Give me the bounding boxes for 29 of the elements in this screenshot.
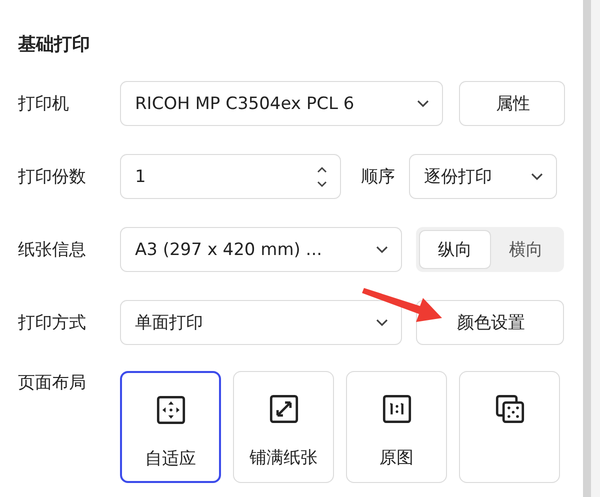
field-label: 顺序: [361, 166, 395, 188]
action-button[interactable]: 属性: [459, 81, 565, 126]
field-label: 打印机: [18, 93, 70, 115]
layout-option[interactable]: [459, 371, 560, 483]
action-button[interactable]: 颜色设置: [416, 300, 564, 345]
layout-option[interactable]: 自适应: [120, 371, 221, 483]
one-to-one-icon: [382, 394, 412, 424]
dropdown[interactable]: 单面打印: [120, 300, 402, 345]
chevron-down-icon: [530, 172, 544, 181]
dropdown[interactable]: 逐份打印: [409, 154, 557, 199]
chevron-down-icon: [375, 245, 389, 254]
field-label: 纸张信息: [18, 239, 87, 261]
centered-square-icon: [156, 395, 186, 425]
toggle-option[interactable]: 纵向: [419, 230, 491, 269]
chevron-down-icon: [416, 99, 430, 108]
layout-option[interactable]: 铺满纸张: [233, 371, 334, 483]
dropdown[interactable]: RICOH MP C3504ex PCL 6: [120, 81, 443, 126]
field-label: 打印方式: [18, 312, 87, 334]
number-input[interactable]: 1: [120, 154, 341, 199]
field-label: 打印份数: [18, 166, 87, 188]
layout-option[interactable]: 原图: [346, 371, 447, 483]
stacked-pages-icon: [494, 394, 524, 424]
section-title: 基础打印: [17, 33, 91, 57]
scrollbar[interactable]: [583, 0, 591, 497]
spinner-icon: [316, 164, 328, 188]
toggle-option[interactable]: 横向: [491, 230, 561, 269]
dropdown[interactable]: A3 (297 x 420 mm) ...: [120, 227, 402, 272]
chevron-down-icon: [375, 318, 389, 327]
field-label: 页面布局: [18, 372, 87, 395]
